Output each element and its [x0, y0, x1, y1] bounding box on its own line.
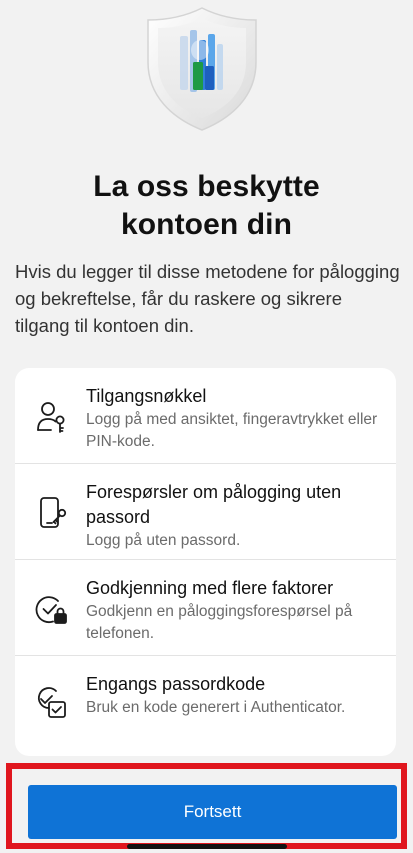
method-row-passkey: Tilgangsnøkkel Logg på med ansiktet, fin…: [15, 368, 396, 464]
home-indicator: [127, 844, 287, 849]
page-title-line-2: kontoen din: [120, 208, 293, 241]
method-row-mfa: Godkjenning med flere faktorer Godkjenn …: [15, 560, 396, 656]
shield-logo-icon: [147, 7, 257, 131]
method-description: Logg på uten passord.: [86, 532, 241, 549]
passkey-person-icon: [35, 400, 69, 434]
intro-text: Hvis du legger til disse metodene for på…: [15, 261, 400, 336]
method-description: Godkjenn en påloggingsforespørsel på tel…: [86, 603, 353, 642]
method-title: Godkjenning med flere faktorer: [86, 578, 334, 598]
sign-in-methods-card: Tilgangsnøkkel Logg på med ansiktet, fin…: [15, 368, 396, 756]
check-lock-icon: [35, 592, 69, 626]
method-title: Engangs passordkode: [86, 674, 266, 694]
page-title-line-1: La oss beskytte: [93, 170, 320, 203]
method-description: Bruk en kode generert i Authenticator.: [86, 699, 346, 716]
method-title: Tilgangsnøkkel: [86, 386, 207, 406]
phone-key-icon: [35, 496, 69, 530]
one-time-code-icon: [35, 686, 69, 720]
continue-highlight-frame: Fortsett: [6, 763, 407, 849]
method-row-passwordless: Forespørsler om pålogging uten passord L…: [15, 464, 396, 560]
method-title: Forespørsler om pålogging uten passord: [86, 482, 342, 527]
page-title: La oss beskytte kontoen din: [0, 168, 413, 244]
method-row-otp: Engangs passordkode Bruk en kode generer…: [15, 656, 396, 752]
method-description: Logg på med ansiktet, fingeravtrykket el…: [86, 411, 378, 450]
continue-button[interactable]: Fortsett: [28, 785, 397, 839]
hero-area: [0, 0, 413, 140]
